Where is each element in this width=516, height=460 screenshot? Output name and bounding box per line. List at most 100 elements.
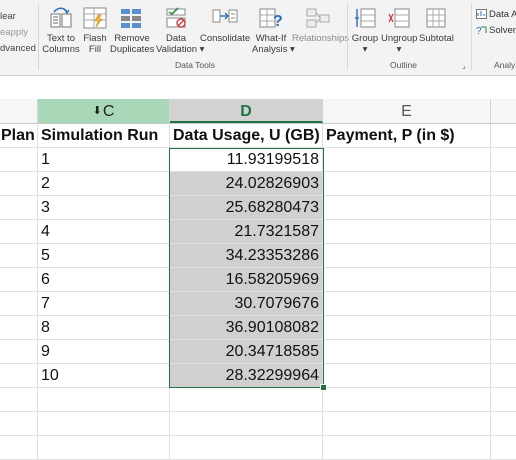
cell-run[interactable]: 8: [38, 316, 170, 339]
cell-empty[interactable]: [323, 172, 491, 195]
cell-run[interactable]: 3: [38, 196, 170, 219]
cell-empty[interactable]: [323, 148, 491, 171]
cell-data-usage[interactable]: 34.23353286: [170, 244, 323, 267]
outline-dialog-launcher-icon[interactable]: ⌟: [462, 61, 466, 70]
ungroup-button[interactable]: Ungroup ▾: [381, 6, 417, 55]
cell-empty[interactable]: [0, 412, 38, 435]
cell-data-usage[interactable]: 20.34718585: [170, 340, 323, 363]
cell-data-usage[interactable]: 30.7079676: [170, 292, 323, 315]
cell-empty[interactable]: [323, 412, 491, 435]
group-separator: [471, 4, 472, 70]
column-header-b[interactable]: [0, 99, 38, 123]
cell-empty[interactable]: [323, 436, 491, 459]
cell-empty[interactable]: [0, 220, 38, 243]
consolidate-button[interactable]: Consolidate: [200, 6, 250, 44]
cell-run[interactable]: 6: [38, 268, 170, 291]
cell-empty[interactable]: [491, 196, 516, 219]
cell-run[interactable]: 1: [38, 148, 170, 171]
cell-data-usage[interactable]: 16.58205969: [170, 268, 323, 291]
cell-run[interactable]: 9: [38, 340, 170, 363]
cell-empty[interactable]: [491, 124, 516, 147]
cell-empty[interactable]: [0, 172, 38, 195]
cell-data-usage[interactable]: 36.90108082: [170, 316, 323, 339]
cell-plan-header[interactable]: Plan: [0, 124, 38, 147]
cell-empty[interactable]: [323, 268, 491, 291]
cell-empty[interactable]: [38, 388, 170, 411]
fill-handle[interactable]: [320, 384, 327, 391]
cell-run[interactable]: 10: [38, 364, 170, 387]
cell-data-usage[interactable]: 11.93199518: [170, 148, 323, 171]
cell-simulation-run-header[interactable]: Simulation Run: [38, 124, 170, 147]
advanced-filter-button[interactable]: dvanced: [0, 43, 36, 54]
relationships-button[interactable]: Relationships: [292, 6, 349, 44]
what-if-analysis-button[interactable]: ? What-If Analysis ▾: [252, 6, 295, 55]
cell-empty[interactable]: [323, 340, 491, 363]
text-to-columns-button[interactable]: Text to Columns: [42, 6, 80, 55]
cell-empty[interactable]: [0, 340, 38, 363]
cell-empty[interactable]: [170, 388, 323, 411]
cell-run[interactable]: 2: [38, 172, 170, 195]
solver-button[interactable]: ? Solver: [476, 25, 516, 36]
cell-empty[interactable]: [323, 244, 491, 267]
cell-run[interactable]: 7: [38, 292, 170, 315]
cell-empty[interactable]: [0, 148, 38, 171]
column-header-e[interactable]: E: [323, 99, 491, 123]
cell-empty[interactable]: [0, 268, 38, 291]
table-row: 7 30.7079676: [0, 292, 516, 316]
cell-empty[interactable]: [491, 172, 516, 195]
cell-empty[interactable]: [0, 388, 38, 411]
table-row: [0, 412, 516, 436]
cell-payment-header[interactable]: Payment, P (in $): [323, 124, 491, 147]
cell-empty[interactable]: [0, 292, 38, 315]
data-analysis-button[interactable]: Data A: [476, 9, 516, 20]
cell-empty[interactable]: [491, 412, 516, 435]
cell-data-usage[interactable]: 25.68280473: [170, 196, 323, 219]
cell-empty[interactable]: [491, 268, 516, 291]
flash-fill-icon: [83, 7, 107, 29]
cell-empty[interactable]: [491, 340, 516, 363]
cell-data-usage[interactable]: 28.32299964: [170, 364, 323, 387]
cell-empty[interactable]: [170, 436, 323, 459]
column-header-c[interactable]: ⬇C: [38, 99, 170, 123]
solver-icon: ?: [476, 26, 487, 35]
cell-empty[interactable]: [323, 364, 491, 387]
cell-empty[interactable]: [38, 436, 170, 459]
cell-empty[interactable]: [38, 412, 170, 435]
group-button[interactable]: Group ▾: [351, 6, 379, 55]
column-header-f[interactable]: [491, 99, 516, 123]
table-row: 5 34.23353286: [0, 244, 516, 268]
cell-empty[interactable]: [491, 364, 516, 387]
cell-data-usage-header[interactable]: Data Usage, U (GB): [170, 124, 323, 147]
table-row: 2 24.02826903: [0, 172, 516, 196]
cell-data-usage[interactable]: 21.7321587: [170, 220, 323, 243]
cell-empty[interactable]: [323, 220, 491, 243]
cell-data-usage[interactable]: 24.02826903: [170, 172, 323, 195]
cell-empty[interactable]: [491, 388, 516, 411]
cell-empty[interactable]: [491, 292, 516, 315]
column-header-d[interactable]: D: [170, 99, 323, 123]
cell-empty[interactable]: [0, 436, 38, 459]
cell-empty[interactable]: [0, 244, 38, 267]
cell-empty[interactable]: [491, 316, 516, 339]
cell-empty[interactable]: [323, 196, 491, 219]
cell-empty[interactable]: [491, 436, 516, 459]
cell-empty[interactable]: [170, 412, 323, 435]
cell-empty[interactable]: [491, 244, 516, 267]
group-icon: [355, 8, 376, 28]
cell-empty[interactable]: [323, 316, 491, 339]
cell-run[interactable]: 4: [38, 220, 170, 243]
cell-empty[interactable]: [491, 220, 516, 243]
flash-fill-button[interactable]: Flash Fill: [82, 6, 108, 55]
cell-empty[interactable]: [0, 196, 38, 219]
clear-filter-button[interactable]: lear: [0, 11, 16, 22]
cell-empty[interactable]: [0, 364, 38, 387]
cell-run[interactable]: 5: [38, 244, 170, 267]
cell-empty[interactable]: [491, 148, 516, 171]
subtotal-button[interactable]: Subtotal: [419, 6, 454, 44]
cell-empty[interactable]: [0, 316, 38, 339]
cell-empty[interactable]: [323, 388, 491, 411]
remove-duplicates-button[interactable]: Remove Duplicates: [110, 6, 154, 55]
reapply-filter-button[interactable]: eapply: [0, 27, 28, 38]
data-validation-button[interactable]: Data Validation ▾: [156, 6, 204, 55]
cell-empty[interactable]: [323, 292, 491, 315]
